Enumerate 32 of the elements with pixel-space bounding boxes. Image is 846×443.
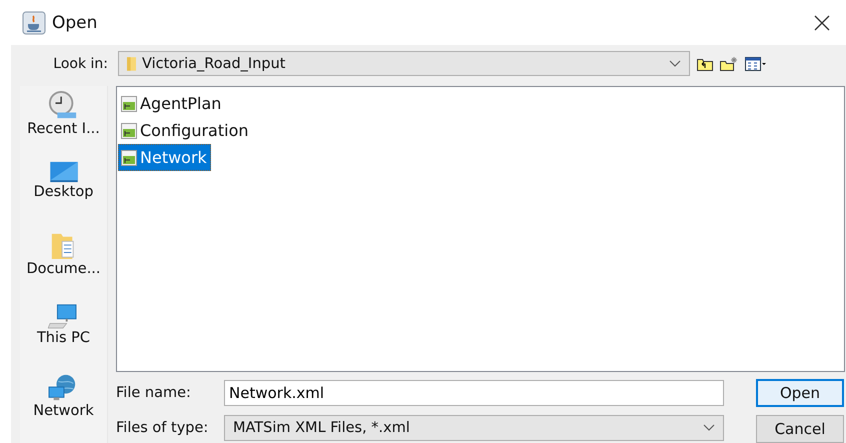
open-button[interactable]: Open	[756, 379, 844, 407]
cup-icon	[22, 10, 46, 34]
place-item[interactable]: Network	[33, 374, 94, 435]
desktop-icon	[48, 161, 78, 183]
computer-icon	[48, 303, 78, 329]
file-item[interactable]: AgentPlan	[118, 90, 226, 117]
window-title: Open	[52, 12, 98, 32]
look-in-label: Look in:	[52, 56, 109, 72]
close-icon[interactable]	[814, 14, 830, 30]
file-name-field[interactable]: Network.xml	[224, 380, 724, 406]
look-in-dropdown[interactable]: Victoria_Road_Input	[118, 51, 690, 76]
file-name-label: File name:	[116, 384, 192, 400]
file-icon	[121, 96, 137, 112]
folder-icon	[127, 56, 136, 71]
file-icon	[121, 122, 137, 138]
place-item[interactable]: Recent I...	[27, 90, 100, 151]
file-type-label: Files of type:	[116, 420, 210, 436]
chevron-down-icon	[703, 424, 715, 432]
place-item[interactable]: This PC	[36, 303, 90, 364]
new-folder-icon[interactable]	[720, 56, 738, 70]
file-icon	[121, 150, 137, 166]
place-item[interactable]: Docume...	[26, 232, 101, 293]
file-type-dropdown[interactable]: MATSim XML Files, *.xml	[224, 414, 724, 440]
clock-icon	[48, 90, 78, 120]
chevron-down-icon	[669, 60, 681, 68]
up-folder-icon[interactable]	[697, 56, 713, 70]
cancel-button[interactable]: Cancel	[756, 415, 844, 443]
file-item[interactable]: Network	[118, 144, 211, 171]
documents-folder-icon	[50, 232, 76, 260]
place-item[interactable]: Desktop	[34, 161, 94, 222]
view-menu-icon[interactable]	[745, 56, 767, 70]
file-item[interactable]: Configuration	[118, 117, 253, 144]
